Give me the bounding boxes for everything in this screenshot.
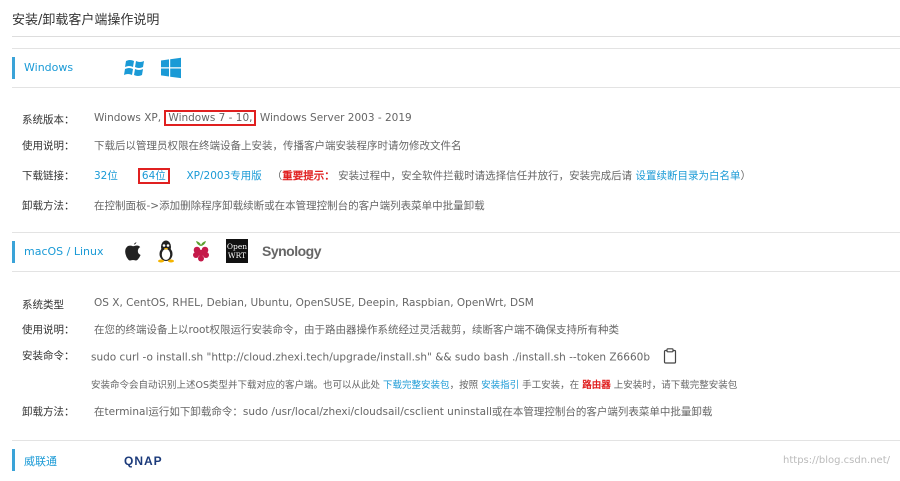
tip-close: ） — [740, 170, 751, 182]
openwrt-text-bottom: WRT — [228, 251, 246, 260]
note-d: 上安装时，请下载完整安装包 — [613, 380, 738, 391]
install-guide-link[interactable]: 安装指引 — [481, 380, 519, 391]
tip-open: （ — [271, 170, 283, 182]
uninstall-label: 卸载方法： — [22, 406, 75, 418]
section-accent — [12, 57, 15, 79]
tip-text: 安装过程中，安全软件拦截时请选择信任并放行，安装完成后请 — [338, 170, 633, 182]
uninstall-label: 卸载方法： — [22, 200, 75, 212]
version-xp: Windows XP, — [94, 112, 162, 124]
openwrt-text-top: Open — [227, 242, 247, 251]
section-label-mac-linux: macOS / Linux — [24, 245, 104, 258]
qnap-logo: QNAP — [124, 454, 163, 468]
usage-label: 使用说明： — [22, 140, 75, 152]
version-win7-10: Windows 7 - 10, — [164, 110, 257, 126]
copy-icon[interactable] — [663, 348, 677, 367]
title-divider — [12, 36, 900, 37]
type-label: 系统类型 — [22, 299, 64, 311]
download-full-package-link[interactable]: 下载完整安装包 — [383, 380, 450, 391]
note-c: 手工安装，在 — [522, 380, 580, 391]
tip-label: 重要提示： — [282, 170, 335, 182]
download-32bit-link[interactable]: 32位 — [94, 170, 118, 182]
raspberry-pi-icon — [190, 239, 212, 263]
download-label: 下载链接： — [22, 170, 75, 182]
section-accent — [12, 241, 15, 263]
type-text: OS X, CentOS, RHEL, Debian, Ubuntu, Open… — [94, 297, 534, 309]
usage-label: 使用说明： — [22, 324, 75, 336]
note-router: 路由器 — [582, 380, 611, 391]
windows-section-header: Windows — [12, 48, 900, 88]
section-label-windows: Windows — [24, 61, 74, 74]
usage-text: 下载后以管理员权限在终端设备上安装，传播客户端安装程序时请勿修改文件名 — [94, 140, 462, 152]
version-server: Windows Server 2003 - 2019 — [259, 112, 412, 124]
install-label: 安装命令： — [22, 350, 75, 362]
whitelist-link[interactable]: 设置续断目录为白名单 — [635, 170, 740, 182]
version-label: 系统版本： — [22, 114, 75, 126]
install-command[interactable]: sudo curl -o install.sh "http://cloud.zh… — [91, 352, 650, 364]
mac-linux-section-header: macOS / Linux Open WRT Synology — [12, 232, 900, 272]
usage-text: 在您的终端设备上以root权限运行安装命令，由于路由器操作系统经过灵活裁剪，续断… — [94, 324, 620, 336]
section-label-qnap: 威联通 — [24, 455, 57, 468]
watermark: https://blog.csdn.net/ — [783, 455, 890, 466]
windows-xp-icon — [124, 58, 146, 78]
synology-logo: Synology — [262, 243, 322, 259]
windows-10-icon — [160, 57, 182, 79]
note-b: ，按照 — [449, 380, 479, 391]
uninstall-text: 在控制面板->添加删除程序卸载续断或在本管理控制台的客户端列表菜单中批量卸载 — [94, 200, 485, 212]
linux-tux-icon — [156, 239, 176, 263]
download-64bit-link[interactable]: 64位 — [137, 168, 170, 184]
note-a: 安装命令会自动识别上述OS类型并下载对应的客户端。也可以从此处 — [91, 380, 381, 391]
uninstall-text: 在terminal运行如下卸载命令：sudo /usr/local/zhexi/… — [94, 406, 713, 418]
openwrt-icon: Open WRT — [226, 239, 248, 263]
section-accent — [12, 449, 15, 471]
download-xp-link[interactable]: XP/2003专用版 — [186, 170, 261, 182]
qnap-section-header: 威联通 QNAP — [12, 440, 900, 481]
page-title: 安装/卸载客户端操作说明 — [12, 13, 160, 28]
apple-icon — [124, 240, 142, 262]
